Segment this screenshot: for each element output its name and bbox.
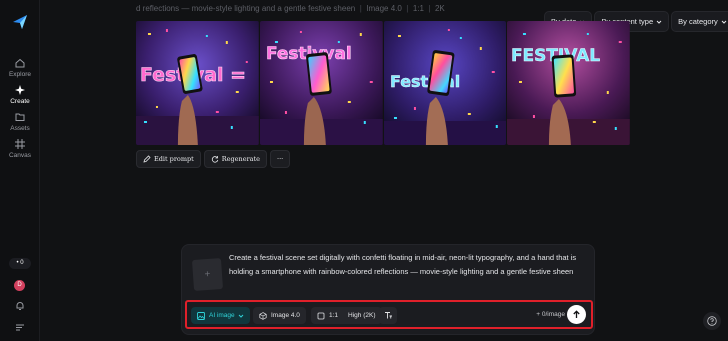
- sidebar-item-assets[interactable]: Assets: [0, 112, 40, 132]
- sidebar-item-create[interactable]: Create: [0, 85, 40, 105]
- sidebar-item-label: Create: [10, 98, 30, 105]
- cube-icon: [259, 311, 267, 320]
- aspect-ratio-icon: [317, 312, 325, 319]
- help-icon: [707, 316, 717, 326]
- refresh-icon: [211, 156, 218, 163]
- filter-by-category[interactable]: By category: [671, 11, 728, 32]
- prompt-input[interactable]: Create a festival scene set digitally wi…: [229, 251, 589, 279]
- app-logo-icon[interactable]: [12, 14, 28, 30]
- caption-ratio: 1:1: [412, 4, 424, 13]
- text-icon: [384, 312, 392, 319]
- edit-icon: [143, 155, 151, 163]
- credits-count: 0: [20, 260, 24, 266]
- avatar[interactable]: D: [14, 280, 25, 291]
- generated-image-3[interactable]: Festival: [383, 21, 507, 145]
- caption-model: Image 4.0: [366, 4, 402, 13]
- send-button[interactable]: [567, 305, 586, 324]
- caption-text: d reflections — movie-style lighting and…: [136, 4, 356, 13]
- model-label: Image 4.0: [271, 312, 300, 319]
- regenerate-button[interactable]: Regenerate: [203, 150, 268, 168]
- ratio-label: 1:1: [329, 312, 339, 319]
- chevron-down-icon: [656, 20, 662, 24]
- result-actions: Edit prompt Regenerate ···: [136, 150, 291, 168]
- add-reference-image-button[interactable]: +: [191, 258, 224, 291]
- ratio-quality-select[interactable]: 1:1 High (2K): [311, 307, 382, 324]
- cost-indicator: + 0/image: [536, 311, 565, 318]
- sparkle-icon: [15, 85, 25, 95]
- prompt-line: holding a smartphone with rainbow-colore…: [229, 267, 574, 276]
- filter-label: By category: [678, 17, 718, 26]
- more-dots-icon: ···: [277, 155, 284, 163]
- sidebar-item-canvas[interactable]: Canvas: [0, 139, 40, 159]
- home-icon: [15, 58, 25, 68]
- chevron-down-icon: [238, 314, 244, 318]
- help-button[interactable]: [703, 312, 721, 330]
- button-label: Regenerate: [221, 155, 261, 163]
- sidebar-item-label: Explore: [8, 71, 32, 78]
- caption-quality: 2K: [434, 4, 445, 13]
- mode-select[interactable]: AI image: [191, 307, 250, 324]
- edit-prompt-button[interactable]: Edit prompt: [136, 150, 201, 168]
- generated-image-4[interactable]: FESTIVAL: [507, 21, 630, 145]
- chevron-down-icon: [721, 20, 727, 24]
- more-options-button[interactable]: ···: [270, 150, 291, 168]
- text-settings-button[interactable]: [379, 307, 397, 324]
- prompt-line: Create a festival scene set digitally wi…: [229, 253, 577, 262]
- menu-icon[interactable]: [15, 322, 25, 332]
- quality-label: High (2K): [348, 312, 376, 319]
- generated-image-1[interactable]: Festival =: [136, 21, 259, 145]
- sidebar-item-label: Canvas: [8, 152, 32, 159]
- cost-value: 0/image: [541, 311, 565, 318]
- credits-badge[interactable]: • 0: [9, 258, 31, 269]
- plus-icon: +: [204, 268, 211, 281]
- sidebar-item-explore[interactable]: Explore: [0, 58, 40, 78]
- sidebar: Explore Create Assets Canvas • 0 D: [0, 0, 40, 341]
- model-select[interactable]: Image 4.0: [253, 307, 306, 324]
- result-caption: d reflections — movie-style lighting and…: [136, 4, 445, 13]
- arrow-up-icon: [573, 310, 580, 318]
- folder-icon: [15, 113, 25, 121]
- canvas-icon: [15, 139, 25, 149]
- button-label: Edit prompt: [154, 155, 194, 163]
- generated-image-2[interactable]: Festivval: [259, 21, 383, 145]
- sidebar-item-label: Assets: [10, 125, 30, 132]
- image-icon: [197, 311, 205, 320]
- generated-image-grid: Festival = Festivval: [136, 21, 630, 145]
- mode-label: AI image: [209, 312, 235, 319]
- prompt-composer: + Create a festival scene set digitally …: [181, 244, 595, 335]
- generation-settings-toolbar: AI image Image 4.0 1:1 High (2K) + 0/ima…: [185, 300, 593, 329]
- bell-icon[interactable]: [15, 301, 25, 311]
